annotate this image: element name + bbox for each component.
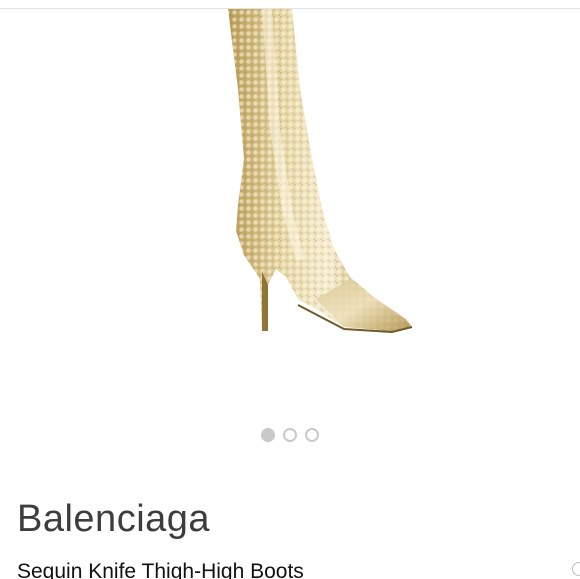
- boot-illustration: [228, 9, 413, 334]
- carousel-dot-3[interactable]: [305, 428, 319, 442]
- product-title: Sequin Knife Thigh-High Boots: [17, 560, 304, 579]
- carousel-dot-2[interactable]: [283, 428, 297, 442]
- circle-icon[interactable]: [572, 562, 580, 576]
- product-image[interactable]: [0, 9, 580, 409]
- header-divider: [0, 0, 580, 9]
- image-carousel-indicator: [0, 428, 580, 446]
- brand-name[interactable]: Balenciaga: [17, 500, 210, 538]
- product-page: Balenciaga Sequin Knife Thigh-High Boots: [0, 0, 580, 579]
- boot-shape: [228, 9, 413, 334]
- carousel-dot-1[interactable]: [261, 428, 275, 442]
